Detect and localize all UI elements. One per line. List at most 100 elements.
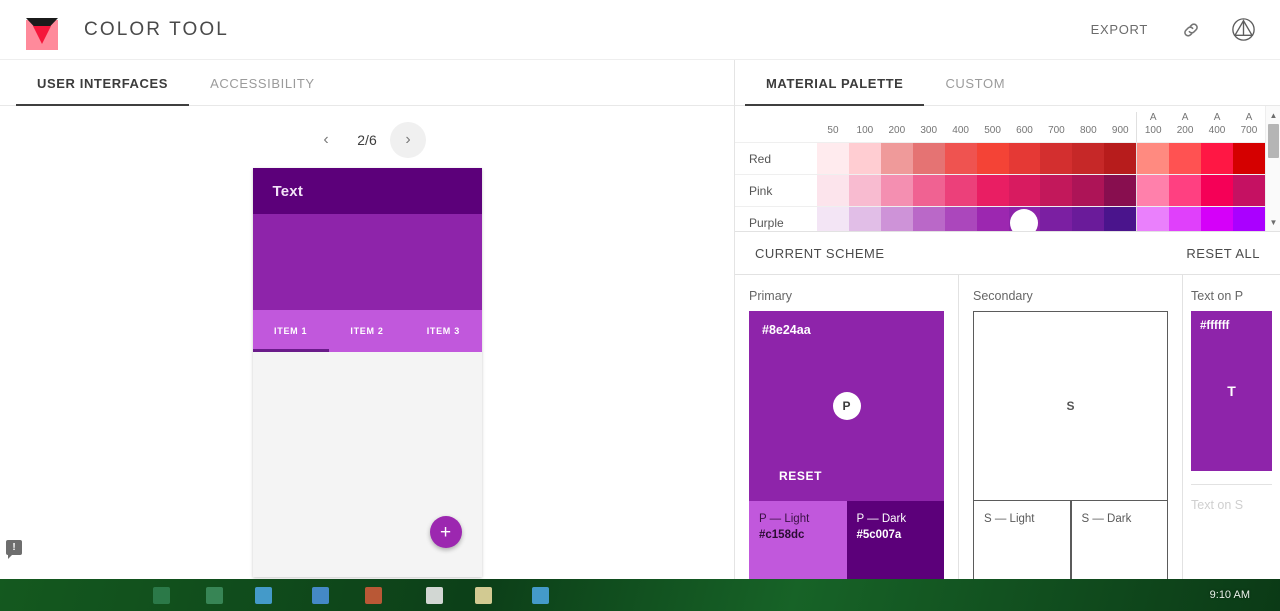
palette-swatch[interactable] [976, 175, 1009, 206]
phone-app-bar-body [252, 214, 482, 310]
palette-swatch[interactable] [944, 143, 977, 174]
reset-all-button[interactable]: RESET ALL [1186, 246, 1260, 261]
palette-swatch[interactable] [944, 175, 977, 206]
palette-col-a400: A 400 [1201, 112, 1233, 142]
scroll-up-arrow-icon[interactable]: ▲ [1266, 108, 1280, 122]
palette-swatch[interactable] [1008, 207, 1041, 231]
tab-material-palette[interactable]: MATERIAL PALETTE [745, 76, 925, 106]
palette-accent-swatch[interactable] [1232, 207, 1265, 231]
palette-swatch[interactable] [1072, 175, 1105, 206]
palette-swatch[interactable] [1104, 175, 1137, 206]
primary-dark-hex: #5c007a [856, 529, 902, 541]
app-icon-5[interactable] [365, 586, 382, 604]
palette-swatch[interactable] [944, 207, 977, 231]
primary-reset-button[interactable]: RESET [779, 469, 822, 483]
primary-badge: P [832, 392, 861, 420]
palette-col-100: 100 [856, 124, 874, 136]
phone-tab-item-1[interactable]: ITEM 1 [253, 310, 329, 352]
palette-swatch[interactable] [1104, 143, 1137, 174]
app-icon-1[interactable] [153, 586, 170, 604]
palette-accent-swatch[interactable] [1201, 143, 1233, 174]
palette-swatch[interactable] [912, 207, 945, 231]
palette-col-600: 600 [1016, 124, 1033, 136]
palette-swatch[interactable] [848, 207, 881, 231]
app-icon-6[interactable] [426, 586, 443, 604]
export-button[interactable]: EXPORT [1087, 16, 1152, 43]
taskbar-icons [8, 586, 549, 604]
palette-swatch[interactable] [1008, 143, 1041, 174]
palette-grid-wrap: 50 100 200 300 400 500 600 700 800 900 A… [735, 106, 1280, 231]
palette-swatch[interactable] [1040, 175, 1073, 206]
scrollbar-thumb[interactable] [1268, 124, 1279, 158]
tab-accessibility[interactable]: ACCESSIBILITY [189, 76, 336, 105]
palette-accent-swatch[interactable] [1201, 175, 1233, 206]
material-logo-icon[interactable] [1230, 17, 1256, 43]
palette-swatch[interactable] [976, 207, 1009, 231]
palette-swatch[interactable] [1040, 207, 1073, 231]
palette-swatch[interactable] [912, 143, 945, 174]
primary-light-hex: #c158dc [759, 529, 805, 541]
palette-accent-swatch[interactable] [1169, 207, 1202, 231]
palette-swatch[interactable] [1072, 143, 1105, 174]
pager-next-chevron-right-icon[interactable]: › [390, 122, 426, 158]
palette-accent-swatch[interactable] [1169, 175, 1202, 206]
palette-accent-swatch[interactable] [1136, 143, 1170, 174]
palette-swatch[interactable] [976, 143, 1009, 174]
palette-swatch[interactable] [848, 175, 881, 206]
tab-user-interfaces[interactable]: USER INTERFACES [16, 76, 190, 106]
palette-accent-swatch[interactable] [1136, 207, 1170, 231]
link-icon[interactable] [1178, 17, 1204, 43]
palette-swatch[interactable] [880, 207, 913, 231]
palette-swatch[interactable] [880, 175, 913, 206]
primary-swatch[interactable]: #8e24aa P RESET [749, 311, 944, 501]
palette-swatch[interactable] [817, 143, 849, 174]
app-icon-7[interactable] [475, 586, 492, 604]
palette-swatch[interactable] [817, 175, 849, 206]
palette-swatch[interactable] [1040, 143, 1073, 174]
palette-swatch[interactable] [880, 143, 913, 174]
phone-tab-item-3[interactable]: ITEM 3 [405, 310, 481, 352]
preview-pager: ‹ 2/6 › [0, 122, 734, 158]
text-color-card: Text on P #ffffff T Text on S T [1183, 275, 1280, 611]
app-icon-2[interactable] [206, 586, 223, 604]
palette-accent-swatch[interactable] [1201, 207, 1233, 231]
palette-accent-swatch[interactable] [1232, 143, 1265, 174]
palette-swatch[interactable] [1104, 207, 1137, 231]
primary-color-card: Primary #8e24aa P RESET P — Light #c158d… [735, 275, 959, 611]
pager-prev-chevron-left-icon[interactable]: ‹ [308, 122, 344, 158]
palette-swatch[interactable] [1072, 207, 1105, 231]
palette-accent-swatch[interactable] [1136, 175, 1170, 206]
feedback-icon[interactable]: ! [6, 540, 22, 559]
palette-scrollbar[interactable]: ▲ ▼ [1265, 106, 1280, 231]
top-app-bar: COLOR TOOL EXPORT [0, 0, 1280, 60]
palette-accent-swatch[interactable] [1169, 143, 1202, 174]
accent-value: 200 [1176, 124, 1194, 136]
palette-swatch[interactable] [912, 175, 945, 206]
phone-status-bar: Text [252, 168, 482, 214]
palette-swatch[interactable] [848, 143, 881, 174]
primary-dark-swatch[interactable]: P — Dark #5c007a [846, 501, 944, 591]
palette-row: Pink [735, 174, 1265, 206]
app-icon-4[interactable] [312, 586, 329, 604]
app-icon-8[interactable] [532, 586, 549, 604]
accent-value: 400 [1208, 124, 1226, 136]
secondary-dark-swatch[interactable]: S — Dark [1070, 501, 1168, 591]
palette-swatch[interactable] [817, 207, 849, 231]
phone-status-title: Text [272, 182, 304, 200]
palette-row-label: Red [749, 151, 772, 166]
primary-light-swatch[interactable]: P — Light #c158dc [749, 501, 847, 591]
palette-col-700: 700 [1048, 124, 1065, 136]
palette-col-50: 50 [827, 124, 839, 136]
app-icon-3[interactable] [255, 586, 272, 604]
secondary-swatch[interactable]: S [973, 311, 1168, 501]
tab-custom[interactable]: CUSTOM [924, 76, 1026, 105]
palette-accent-swatch[interactable] [1232, 175, 1265, 206]
floating-action-button[interactable]: + [429, 516, 462, 548]
feedback-glyph: ! [12, 541, 16, 553]
secondary-light-swatch[interactable]: S — Light [973, 501, 1071, 591]
phone-tab-item-2[interactable]: ITEM 2 [329, 310, 405, 352]
pager-count: 2/6 [357, 132, 377, 148]
palette-swatch[interactable] [1008, 175, 1041, 206]
text-on-p-swatch[interactable]: #ffffff T [1191, 311, 1272, 471]
scroll-down-arrow-icon[interactable]: ▼ [1266, 215, 1280, 229]
